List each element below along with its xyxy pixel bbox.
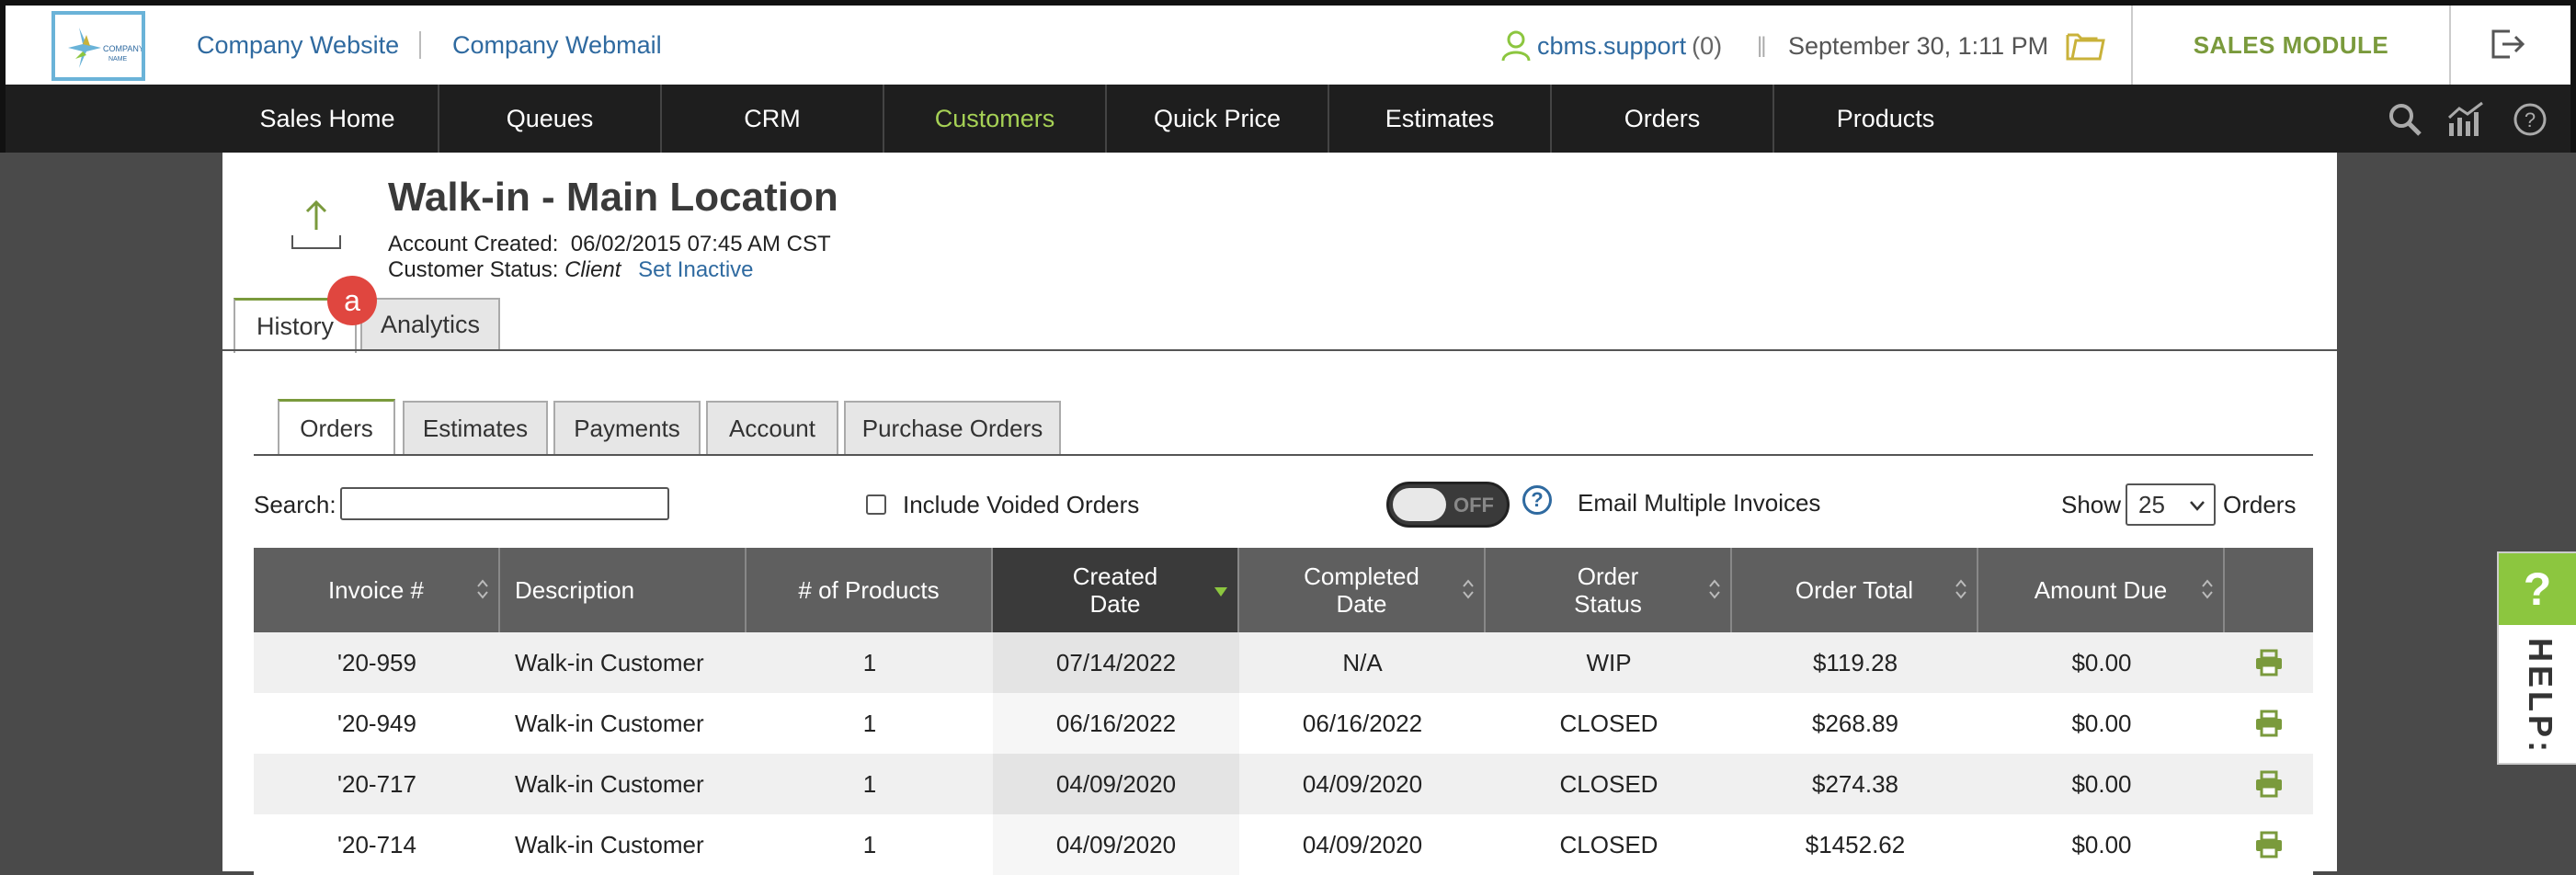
subtabs-divider — [254, 454, 2313, 456]
toggle-knob — [1393, 488, 1446, 521]
set-inactive-link[interactable]: Set Inactive — [638, 257, 753, 282]
annotation-badge: a — [327, 276, 377, 325]
search-input[interactable] — [340, 487, 669, 520]
col-order-total[interactable]: Order Total — [1732, 548, 1978, 632]
customer-status: Customer Status: Client Set Inactive — [388, 257, 754, 282]
print-icon[interactable] — [2225, 693, 2313, 754]
logout-icon[interactable] — [2488, 26, 2528, 62]
sort-icon — [2202, 579, 2213, 599]
print-icon[interactable] — [2225, 754, 2313, 814]
table-header: Invoice # Description # of Products Crea… — [254, 548, 2313, 632]
col-description[interactable]: Description — [500, 548, 747, 632]
nav-products[interactable]: Products — [1774, 85, 1997, 153]
company-webmail-link[interactable]: Company Webmail — [452, 31, 662, 60]
nav-estimates[interactable]: Estimates — [1329, 85, 1552, 153]
help-icon[interactable]: ? — [2512, 101, 2548, 138]
sort-icon — [1709, 579, 1720, 599]
top-header: COMPANY NAME Company Website Company Web… — [0, 0, 2576, 85]
page-title: Walk-in - Main Location — [388, 175, 838, 220]
current-datetime: September 30, 1:11 PM — [1788, 32, 2049, 60]
subtab-payments[interactable]: Payments — [553, 401, 701, 454]
module-switcher[interactable]: SALES MODULE — [2131, 6, 2451, 85]
table-body: '20-959 Walk-in Customer 1 07/14/2022 N/… — [254, 632, 2313, 875]
table-row[interactable]: '20-949 Walk-in Customer 1 06/16/2022 06… — [254, 693, 2313, 754]
divider — [419, 31, 421, 59]
nav-queues[interactable]: Queues — [439, 85, 662, 153]
email-multiple-label: Email Multiple Invoices — [1578, 489, 1821, 517]
subtab-orders[interactable]: Orders — [278, 399, 395, 456]
orders-label: Orders — [2223, 491, 2297, 518]
question-icon[interactable]: ? — [1522, 485, 1552, 515]
nav-orders[interactable]: Orders — [1552, 85, 1774, 153]
nav-crm[interactable]: CRM — [662, 85, 884, 153]
analytics-icon[interactable] — [2445, 101, 2486, 138]
company-website-link[interactable]: Company Website — [197, 31, 399, 60]
user-menu[interactable]: cbms.support (0) — [1500, 29, 1722, 62]
table-row[interactable]: '20-714 Walk-in Customer 1 04/09/2020 04… — [254, 814, 2313, 875]
include-voided-checkbox[interactable] — [866, 494, 886, 515]
search-icon[interactable] — [2387, 101, 2423, 138]
tabs-divider — [222, 349, 2337, 351]
include-voided-label[interactable]: Include Voided Orders — [903, 491, 1139, 519]
user-icon — [1501, 30, 1531, 62]
col-products[interactable]: # of Products — [747, 548, 993, 632]
chevron-down-icon — [2190, 501, 2205, 511]
account-created: Account Created: 06/02/2015 07:45 AM CST — [388, 232, 831, 256]
col-created-date[interactable]: Created Date — [993, 548, 1239, 632]
col-amount-due[interactable]: Amount Due — [1978, 548, 2225, 632]
col-invoice[interactable]: Invoice # — [254, 548, 500, 632]
svg-text:COMPANY: COMPANY — [103, 44, 142, 53]
sort-icon — [477, 579, 488, 599]
main-nav: Sales Home Queues CRM Customers Quick Pr… — [0, 85, 2576, 153]
help-question-icon: ? — [2499, 553, 2576, 625]
svg-text:NAME: NAME — [108, 56, 128, 62]
status-value: Client — [564, 257, 621, 282]
email-multiple-toggle[interactable]: OFF — [1386, 482, 1510, 528]
show-label: Show — [2061, 491, 2122, 518]
table-row[interactable]: '20-959 Walk-in Customer 1 07/14/2022 N/… — [254, 632, 2313, 693]
help-label: HELP: — [2522, 638, 2559, 756]
table-row[interactable]: '20-717 Walk-in Customer 1 04/09/2020 04… — [254, 754, 2313, 814]
help-side-tab[interactable]: ? HELP: — [2497, 551, 2576, 765]
divider: || — [1757, 33, 1767, 58]
subtab-purchase-orders[interactable]: Purchase Orders — [844, 401, 1061, 454]
subtab-estimates[interactable]: Estimates — [403, 401, 548, 454]
search-label: Search: — [254, 491, 336, 518]
nav-sales-home[interactable]: Sales Home — [217, 85, 439, 153]
orders-table: Invoice # Description # of Products Crea… — [254, 548, 2313, 875]
sort-desc-icon — [1214, 587, 1227, 597]
sort-icon — [1463, 579, 1474, 599]
nav-customers[interactable]: Customers — [884, 85, 1107, 153]
customer-panel: Walk-in - Main Location Account Created:… — [222, 153, 2337, 875]
col-actions — [2225, 548, 2313, 632]
subtab-account[interactable]: Account — [706, 401, 838, 454]
sort-icon — [1955, 579, 1966, 599]
print-icon[interactable] — [2225, 814, 2313, 875]
svg-text:?: ? — [2525, 108, 2536, 131]
print-icon[interactable] — [2225, 632, 2313, 693]
upload-icon[interactable] — [289, 199, 344, 254]
notification-count: (0) — [1692, 31, 1723, 60]
col-completed-date[interactable]: Completed Date — [1239, 548, 1486, 632]
folder-icon[interactable] — [2065, 28, 2105, 62]
company-logo[interactable]: COMPANY NAME — [51, 11, 145, 81]
col-order-status[interactable]: Order Status — [1486, 548, 1732, 632]
tab-analytics[interactable]: Analytics — [360, 298, 500, 349]
toggle-state: OFF — [1453, 494, 1494, 517]
nav-quick-price[interactable]: Quick Price — [1107, 85, 1329, 153]
username[interactable]: cbms.support — [1537, 32, 1686, 61]
page-size-select[interactable]: 25 — [2126, 483, 2216, 526]
